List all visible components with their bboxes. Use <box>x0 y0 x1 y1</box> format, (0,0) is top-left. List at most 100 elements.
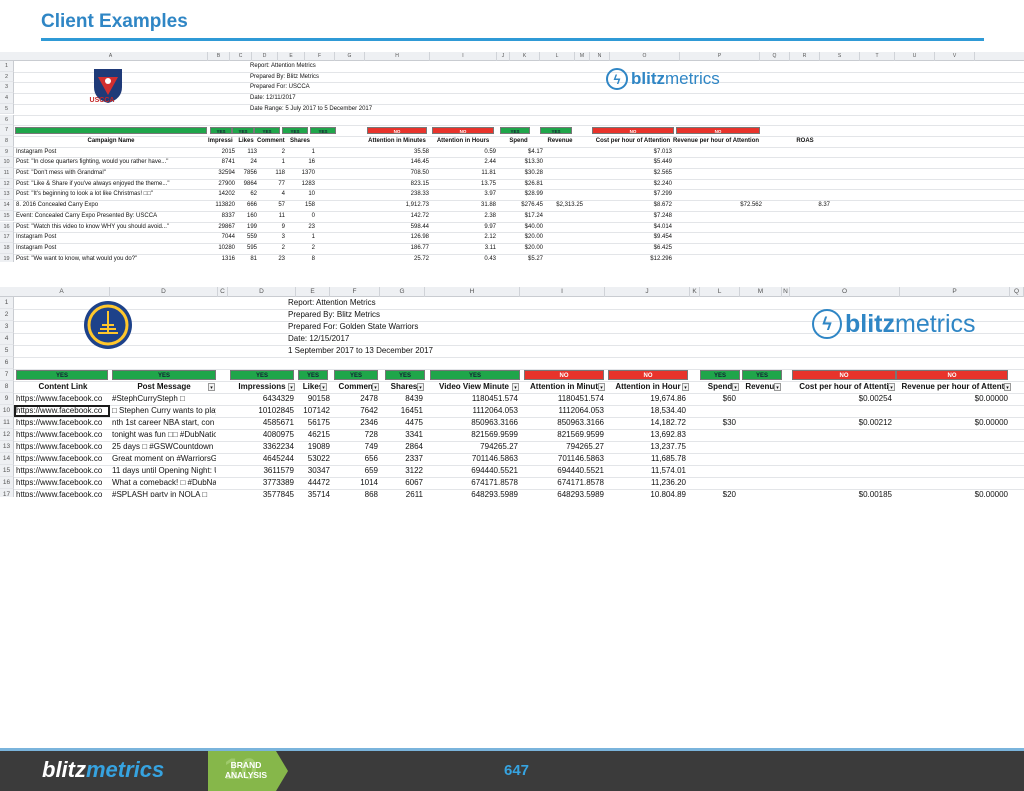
data-cell[interactable]: 199 <box>235 222 257 233</box>
data-cell[interactable]: 13,692.83 <box>606 429 686 441</box>
data-cell[interactable]: 701146.5863 <box>428 453 518 465</box>
data-cell[interactable]: 113 <box>235 147 257 158</box>
data-cell[interactable]: 13,237.75 <box>606 441 686 453</box>
row-number[interactable]: 6 <box>0 114 14 126</box>
row-number[interactable]: 3 <box>0 82 14 94</box>
data-cell[interactable]: $17.24 <box>497 211 543 222</box>
data-cell[interactable]: 850963.3166 <box>428 417 518 429</box>
data-cell[interactable]: 4 <box>257 189 285 200</box>
campaign-name-cell[interactable]: Post: "We want to know, what would you d… <box>16 254 206 262</box>
data-cell[interactable]: 4080975 <box>228 429 294 441</box>
data-cell[interactable]: $7.248 <box>590 211 672 222</box>
data-cell[interactable]: 30347 <box>298 465 330 477</box>
column-letter-a[interactable]: A <box>14 287 110 297</box>
post-message-cell[interactable]: #StephCurrySteph □ <box>112 393 216 405</box>
filter-dropdown-icon[interactable]: ▾ <box>888 383 895 391</box>
data-cell[interactable]: 118 <box>257 168 285 179</box>
filter-dropdown-icon[interactable]: ▾ <box>512 383 519 391</box>
column-letter-a[interactable]: A <box>14 52 208 61</box>
content-link-cell[interactable]: https://www.facebook.co <box>16 489 110 497</box>
data-cell[interactable]: 2346 <box>334 417 378 429</box>
data-cell[interactable]: 23 <box>257 254 285 262</box>
data-cell[interactable]: $13.30 <box>497 157 543 168</box>
data-cell[interactable]: $20.00 <box>497 243 543 254</box>
data-cell[interactable]: 81 <box>235 254 257 262</box>
post-message-cell[interactable]: tonight was fun □□ #DubNatio <box>112 429 216 441</box>
column-letter-u[interactable]: U <box>895 52 935 61</box>
data-cell[interactable]: $9.454 <box>590 232 672 243</box>
data-cell[interactable]: 44472 <box>298 477 330 489</box>
data-cell[interactable]: 2.12 <box>430 232 496 243</box>
column-letter-m[interactable]: M <box>740 287 782 297</box>
row-number[interactable]: 18 <box>0 242 14 254</box>
row-number[interactable]: 1 <box>0 297 14 309</box>
data-cell[interactable]: 666 <box>235 200 257 211</box>
data-cell[interactable]: 2015 <box>208 147 235 158</box>
data-cell[interactable]: $30 <box>700 417 736 429</box>
data-cell[interactable]: 674171.8578 <box>428 477 518 489</box>
row-number[interactable]: 7 <box>0 125 14 136</box>
data-cell[interactable]: 2 <box>257 147 285 158</box>
data-cell[interactable]: 4645244 <box>228 453 294 465</box>
data-cell[interactable]: $20 <box>700 489 736 497</box>
data-cell[interactable]: 1316 <box>208 254 235 262</box>
row-number[interactable]: 9 <box>0 393 14 405</box>
data-cell[interactable]: $60 <box>700 393 736 405</box>
data-cell[interactable]: 708.50 <box>365 168 429 179</box>
data-cell[interactable]: 694440.5521 <box>522 465 604 477</box>
data-cell[interactable]: 559 <box>235 232 257 243</box>
data-cell[interactable]: $7.299 <box>590 189 672 200</box>
data-cell[interactable]: 4475 <box>383 417 423 429</box>
data-cell[interactable]: $0.00254 <box>792 393 892 405</box>
data-cell[interactable]: 29867 <box>208 222 235 233</box>
content-link-cell[interactable]: https://www.facebook.co <box>16 393 110 405</box>
data-cell[interactable]: 2611 <box>383 489 423 497</box>
data-cell[interactable]: 90158 <box>298 393 330 405</box>
data-cell[interactable]: $2.565 <box>590 168 672 179</box>
data-cell[interactable]: 595 <box>235 243 257 254</box>
row-number[interactable]: 17 <box>0 489 14 497</box>
data-cell[interactable]: 850963.3166 <box>522 417 604 429</box>
data-cell[interactable]: 794265.27 <box>428 441 518 453</box>
data-cell[interactable]: 9864 <box>235 179 257 190</box>
column-letter-k[interactable]: K <box>510 52 540 61</box>
row-number[interactable]: 14 <box>0 453 14 465</box>
row-number[interactable]: 2 <box>0 71 14 83</box>
data-cell[interactable]: 24 <box>235 157 257 168</box>
campaign-name-cell[interactable]: 8. 2016 Concealed Carry Expo <box>16 200 206 211</box>
data-cell[interactable]: 1180451.574 <box>522 393 604 405</box>
data-cell[interactable]: 0 <box>285 211 315 222</box>
data-cell[interactable]: 11,574.01 <box>606 465 686 477</box>
data-cell[interactable]: 16 <box>285 157 315 168</box>
column-letter-h[interactable]: H <box>425 287 520 297</box>
data-cell[interactable]: 7044 <box>208 232 235 243</box>
column-letter-s[interactable]: S <box>820 52 860 61</box>
column-letter-d[interactable]: D <box>252 52 278 61</box>
data-cell[interactable]: 160 <box>235 211 257 222</box>
data-cell[interactable]: 2 <box>285 243 315 254</box>
filter-dropdown-icon[interactable]: ▾ <box>208 383 215 391</box>
data-cell[interactable]: $5.449 <box>590 157 672 168</box>
column-letter-v[interactable]: V <box>935 52 975 61</box>
data-cell[interactable]: $8.672 <box>590 200 672 211</box>
filter-dropdown-icon[interactable]: ▾ <box>417 383 424 391</box>
row-number[interactable]: 5 <box>0 345 14 357</box>
data-cell[interactable]: $7.013 <box>590 147 672 158</box>
row-number[interactable]: 16 <box>0 477 14 489</box>
data-cell[interactable]: 659 <box>334 465 378 477</box>
column-letter-n[interactable]: N <box>782 287 790 297</box>
column-letter-i[interactable]: I <box>520 287 605 297</box>
data-cell[interactable]: 648293.5989 <box>428 489 518 497</box>
row-number[interactable]: 16 <box>0 221 14 233</box>
data-cell[interactable]: 3577845 <box>228 489 294 497</box>
row-number[interactable]: 15 <box>0 210 14 222</box>
data-cell[interactable]: 158 <box>285 200 315 211</box>
data-cell[interactable]: 46215 <box>298 429 330 441</box>
column-letter-f[interactable]: F <box>330 287 380 297</box>
data-cell[interactable]: 7642 <box>334 405 378 417</box>
post-message-cell[interactable]: nth 1st career NBA start, con <box>112 417 216 429</box>
post-message-cell[interactable]: 11 days until Opening Night: Ur <box>112 465 216 477</box>
data-cell[interactable]: 3362234 <box>228 441 294 453</box>
data-cell[interactable]: 10280 <box>208 243 235 254</box>
data-cell[interactable]: 9.97 <box>430 222 496 233</box>
